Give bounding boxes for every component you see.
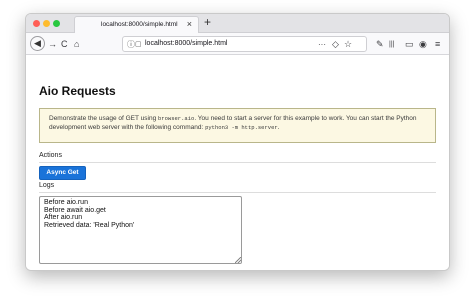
alert-text-3: . [277, 124, 280, 131]
page-icon: ▢ [135, 41, 142, 48]
page-content: Aio Requests Demonstrate the usage of GE… [26, 56, 449, 270]
alert-text-1: Demonstrate the usage of GET using [49, 115, 158, 122]
forward-icon[interactable]: → [48, 38, 57, 50]
new-tab-icon[interactable]: + [204, 15, 211, 29]
reload-icon[interactable]: C [61, 38, 68, 50]
actions-label: Actions [39, 152, 62, 159]
site-info-icon[interactable]: ⓘ [127, 39, 135, 50]
tools-icon[interactable]: ✎ [376, 38, 384, 50]
window-close-button[interactable] [33, 20, 40, 27]
account-icon[interactable]: ◉ [419, 38, 427, 50]
pocket-icon[interactable]: ◇ [332, 38, 339, 50]
tab-active[interactable]: localhost:8000/simple.html × [74, 16, 199, 33]
close-tab-icon[interactable]: × [187, 19, 192, 29]
logs-textarea[interactable]: Before aio.run Before await aio.get Afte… [39, 196, 242, 264]
sidebar-icon[interactable]: ▭ [405, 38, 414, 50]
info-alert: Demonstrate the usage of GET using brows… [39, 108, 436, 143]
menu-icon[interactable]: ≡ [435, 38, 440, 50]
home-icon[interactable]: ⌂ [74, 38, 79, 50]
url-text[interactable]: localhost:8000/simple.html [145, 40, 228, 47]
actions-divider [39, 162, 436, 163]
back-icon[interactable]: ◀ [30, 36, 45, 51]
logs-label: Logs [39, 182, 55, 189]
tab-strip: localhost:8000/simple.html × + [26, 14, 449, 33]
library-icon[interactable]: ||| [389, 39, 394, 51]
window-zoom-button[interactable] [53, 20, 60, 27]
alert-code-2: python3 -m http.server [205, 124, 278, 131]
page-actions-icon[interactable]: ··· [318, 39, 326, 51]
alert-code-1: browser.aio [158, 115, 195, 122]
navigation-bar: ◀ → C ⌂ ⓘ ▢ localhost:8000/simple.html ·… [26, 33, 449, 55]
page-title: Aio Requests [39, 84, 116, 98]
browser-window: localhost:8000/simple.html × + ◀ → C ⌂ ⓘ… [25, 13, 450, 271]
logs-divider [39, 192, 436, 193]
bookmark-star-icon[interactable]: ☆ [344, 38, 352, 50]
window-minimize-button[interactable] [43, 20, 50, 27]
tab-title: localhost:8000/simple.html [101, 21, 178, 28]
resize-handle-icon[interactable] [235, 257, 241, 263]
url-bar[interactable]: ⓘ ▢ localhost:8000/simple.html [122, 36, 367, 52]
async-get-button[interactable]: Async Get [39, 166, 86, 180]
